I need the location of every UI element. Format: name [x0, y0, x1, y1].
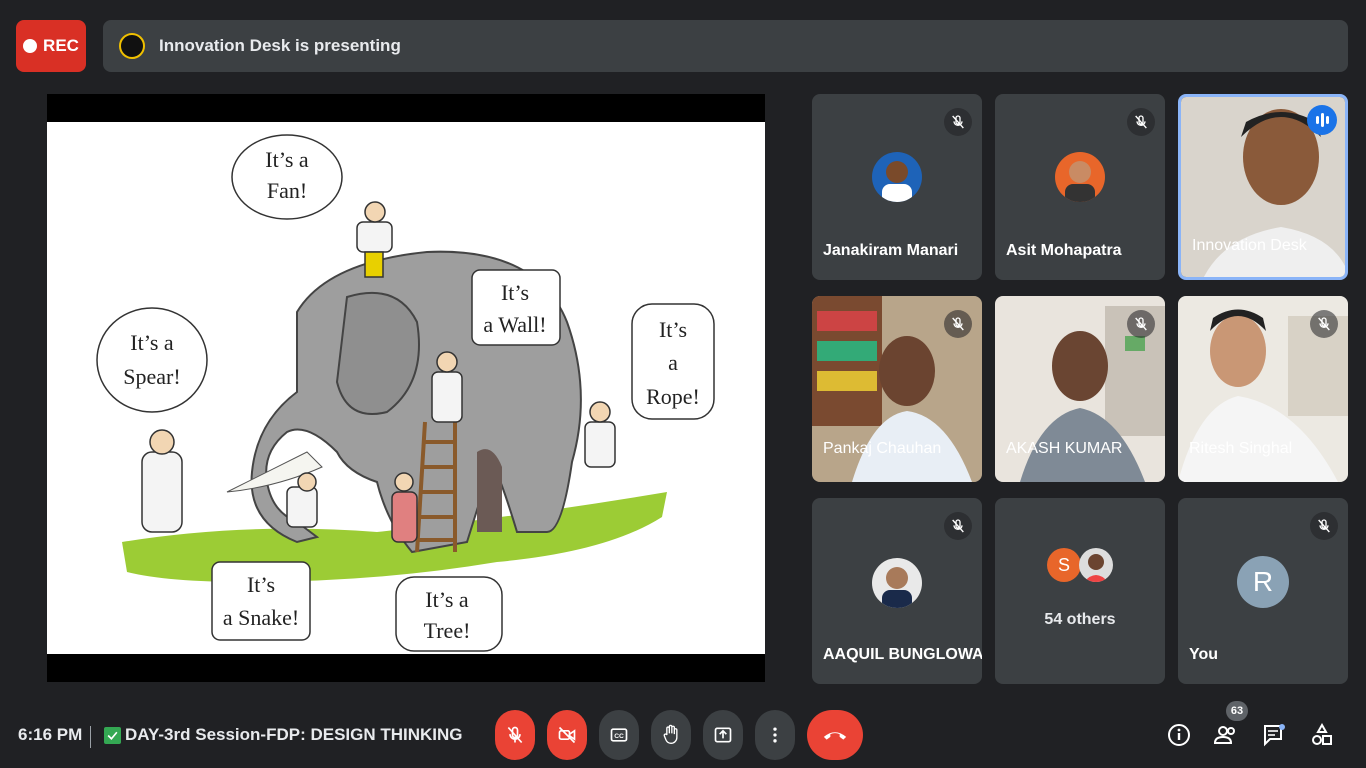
- presentation-stage[interactable]: It’s a Fan! It’s a Wall! It’s a Spear! I…: [47, 94, 765, 682]
- participant-tile-akash[interactable]: AKASH KUMAR: [995, 296, 1165, 482]
- participant-tile-aaquil[interactable]: AAQUIL BUNGLOWA...: [812, 498, 982, 684]
- avatar: R: [1237, 556, 1289, 608]
- end-call-button[interactable]: [807, 710, 863, 760]
- svg-text:CC: CC: [614, 733, 624, 740]
- recording-indicator: REC: [16, 20, 86, 72]
- meeting-title-text: DAY-3rd Session-FDP: DESIGN THINKING: [125, 725, 463, 744]
- mic-off-icon: [944, 108, 972, 136]
- bubble-fan-line1: It’s a: [265, 147, 309, 172]
- bubble-spear-line2: Spear!: [123, 364, 180, 389]
- camera-off-icon: [558, 726, 576, 744]
- avatar: [872, 152, 922, 202]
- avatar-letter: R: [1252, 566, 1274, 597]
- info-icon: [1168, 724, 1190, 746]
- participant-tile-innovation-desk[interactable]: Innovation Desk: [1178, 94, 1348, 280]
- captions-button[interactable]: CC: [599, 710, 639, 760]
- avatar: [872, 558, 922, 608]
- present-button[interactable]: [703, 710, 743, 760]
- participant-name: Innovation Desk: [1192, 237, 1307, 254]
- participant-name: Janakiram Manari: [823, 242, 959, 259]
- meeting-time: 6:16 PM: [18, 725, 83, 744]
- mic-off-icon: [1127, 108, 1155, 136]
- record-dot-icon: [23, 39, 38, 53]
- bubble-snake-line1: It’s: [247, 572, 275, 597]
- bubble-tree-line2: Tree!: [424, 618, 471, 643]
- bubble-rope-line1: It’s: [659, 317, 687, 342]
- people-button[interactable]: [1213, 722, 1239, 748]
- participant-name: AAQUIL BUNGLOWA...: [823, 646, 982, 663]
- participant-name: You: [1189, 646, 1219, 663]
- mic-off-icon: [507, 726, 523, 744]
- activities-button[interactable]: [1309, 722, 1335, 748]
- raise-hand-button[interactable]: [651, 710, 691, 760]
- people-icon: [1213, 726, 1235, 744]
- mic-toggle-button[interactable]: [495, 710, 535, 760]
- activities-icon: [1312, 723, 1332, 745]
- end-call-icon: [823, 732, 847, 740]
- avatar: [1055, 152, 1105, 202]
- shared-slide: It’s a Fan! It’s a Wall! It’s a Spear! I…: [47, 122, 765, 654]
- chat-button[interactable]: [1261, 722, 1287, 748]
- mic-off-icon: [1310, 310, 1338, 338]
- mic-off-icon: [944, 310, 972, 338]
- recording-label: REC: [43, 36, 79, 55]
- people-count-badge: 63: [1226, 701, 1248, 721]
- chat-icon: [1264, 724, 1285, 747]
- bubble-rope-line2: a: [668, 350, 678, 375]
- mic-off-icon: [1127, 310, 1155, 338]
- participant-tile-others[interactable]: S 54 others: [995, 498, 1165, 684]
- bubble-wall-line2: a Wall!: [483, 312, 546, 337]
- bubble-wall-line1: It’s: [501, 280, 529, 305]
- divider: [90, 726, 91, 748]
- others-avatar-photo: [1079, 548, 1113, 582]
- bubble-tree-line1: It’s a: [425, 587, 469, 612]
- presenter-logo-icon: [119, 33, 145, 59]
- bubble-spear-line1: It’s a: [130, 330, 174, 355]
- slide-illustration: It’s a Fan! It’s a Wall! It’s a Spear! I…: [96, 134, 715, 652]
- others-avatar-s: S: [1047, 548, 1081, 582]
- participant-tile-asit[interactable]: Asit Mohapatra: [995, 94, 1165, 280]
- mic-off-icon: [1310, 512, 1338, 540]
- others-avatar-letter: S: [1057, 554, 1070, 575]
- presenting-text: Innovation Desk is presenting: [159, 36, 401, 55]
- camera-toggle-button[interactable]: [547, 710, 587, 760]
- top-bar: REC Innovation Desk is presenting: [0, 0, 1366, 90]
- participant-name: Asit Mohapatra: [1006, 242, 1122, 259]
- participant-tile-you[interactable]: R You: [1178, 498, 1348, 684]
- participant-tile-pankaj[interactable]: Pankaj Chauhan: [812, 296, 982, 482]
- mic-off-icon: [944, 512, 972, 540]
- participant-name: Ritesh Singhal: [1189, 440, 1293, 457]
- more-icon: [773, 727, 777, 743]
- captions-icon: CC: [610, 728, 628, 742]
- meeting-title: DAY-3rd Session-FDP: DESIGN THINKING: [104, 725, 463, 745]
- present-icon: [714, 727, 732, 743]
- bubble-rope-line3: Rope!: [646, 384, 700, 409]
- meeting-details-button[interactable]: [1166, 722, 1192, 748]
- participant-tile-ritesh[interactable]: Ritesh Singhal: [1178, 296, 1348, 482]
- participant-tile-janakiram[interactable]: Janakiram Manari: [812, 94, 982, 280]
- bubble-snake-line2: a Snake!: [223, 605, 299, 630]
- speaking-indicator-icon: [1307, 105, 1337, 135]
- check-icon: [104, 726, 121, 744]
- raise-hand-icon: [663, 724, 678, 745]
- bottom-toolbar: 6:16 PM DAY-3rd Session-FDP: DESIGN THIN…: [0, 700, 1366, 768]
- others-count: 54 others: [1044, 611, 1116, 628]
- participant-name: Pankaj Chauhan: [823, 440, 942, 457]
- more-options-button[interactable]: [755, 710, 795, 760]
- presenting-banner[interactable]: Innovation Desk is presenting: [103, 20, 1348, 72]
- bubble-fan-line2: Fan!: [267, 178, 307, 203]
- participant-name: AKASH KUMAR: [1006, 440, 1123, 457]
